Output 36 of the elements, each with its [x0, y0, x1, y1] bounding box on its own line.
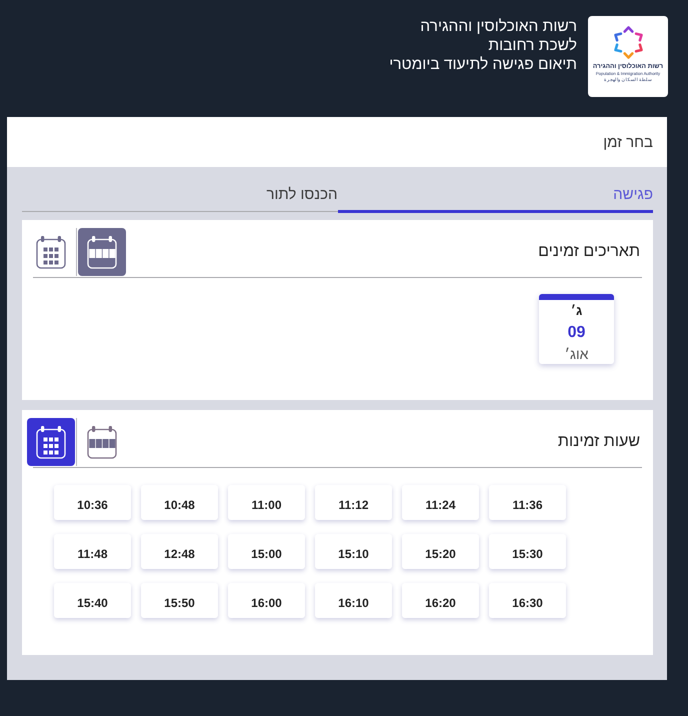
time-slot-button[interactable]: 16:30: [489, 583, 566, 618]
time-slot-button[interactable]: 10:48: [141, 485, 218, 520]
day-number: 09: [568, 323, 586, 343]
header-title: תיאום פגישה לתיעוד ביומטרי: [389, 55, 577, 74]
time-slot-button[interactable]: 16:10: [315, 583, 392, 618]
weekday-label: ג׳: [570, 302, 582, 320]
time-slot-button[interactable]: 11:00: [228, 485, 305, 520]
time-slot-button[interactable]: 15:00: [228, 534, 305, 569]
time-slot-button[interactable]: 11:48: [54, 534, 131, 569]
calendar-week-icon: [87, 235, 117, 269]
time-slot-button[interactable]: 16:00: [228, 583, 305, 618]
view-toggle-button[interactable]: [27, 418, 75, 466]
month-label: אוג׳: [564, 345, 588, 364]
page-title: בחר זמן: [603, 134, 653, 150]
section-title: שעות זמינות: [558, 433, 640, 451]
time-slot-button[interactable]: 15:20: [402, 534, 479, 569]
tab[interactable]: פגישה: [338, 167, 653, 213]
calendar-week-icon: [87, 425, 117, 459]
header-title: רשות האוכלוסין וההגירה: [419, 17, 577, 36]
view-toggle-button[interactable]: [78, 228, 126, 276]
section-title: תאריכים זמינים: [538, 243, 640, 261]
time-slot-button[interactable]: 15:50: [141, 583, 218, 618]
star-logo-icon: [612, 26, 644, 59]
header-title: לשכת רחובות: [487, 36, 577, 55]
time-slot-button[interactable]: 12:48: [141, 534, 218, 569]
calendar-grid-icon: [36, 425, 66, 459]
calendar-grid-icon: [36, 235, 66, 269]
time-slot-button[interactable]: 10:36: [54, 485, 131, 520]
time-slot-button[interactable]: 11:36: [489, 485, 566, 520]
time-slot-button[interactable]: 11:24: [402, 485, 479, 520]
tab[interactable]: הכנסו לתור: [22, 167, 338, 213]
time-slot-button[interactable]: 15:30: [489, 534, 566, 569]
time-slot-button[interactable]: 16:20: [402, 583, 479, 618]
time-slot-button[interactable]: 15:40: [54, 583, 131, 618]
time-slot-button[interactable]: 15:10: [315, 534, 392, 569]
time-slot-button[interactable]: 11:12: [315, 485, 392, 520]
